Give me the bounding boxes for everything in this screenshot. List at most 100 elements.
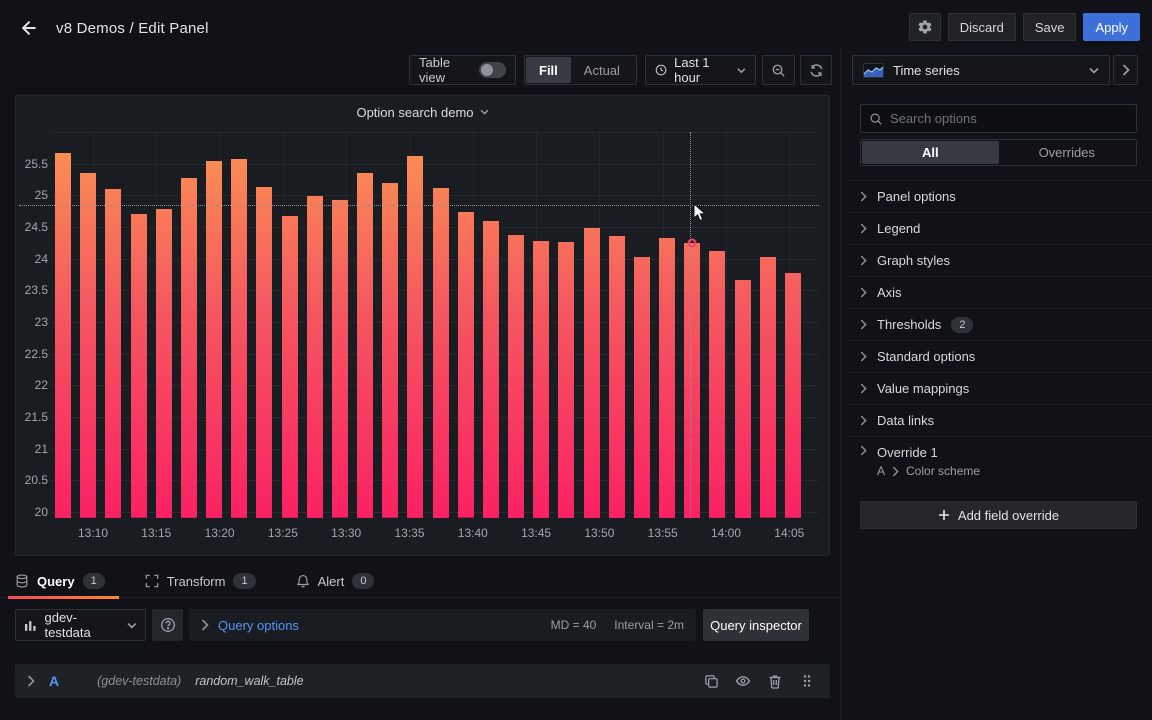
y-axis-label: 23.5	[24, 283, 48, 298]
options-section-value-mappings[interactable]: Value mappings	[848, 372, 1152, 404]
bar[interactable]	[533, 240, 550, 518]
bar[interactable]	[759, 257, 776, 518]
options-section-standard-options[interactable]: Standard options	[848, 340, 1152, 372]
bar[interactable]	[633, 256, 650, 518]
bar[interactable]	[407, 156, 424, 518]
bar[interactable]	[357, 172, 373, 518]
chevron-right-icon	[860, 415, 867, 426]
bar[interactable]	[684, 242, 701, 518]
options-sections: Panel options Legend Graph styles Axis Thres…	[848, 180, 1152, 484]
bar[interactable]	[482, 220, 499, 518]
bar[interactable]	[80, 173, 97, 518]
actual-option[interactable]: Actual	[571, 57, 633, 83]
options-section-graph-styles[interactable]: Graph styles	[848, 244, 1152, 276]
refresh-icon	[810, 63, 822, 77]
discard-button[interactable]: Discard	[947, 13, 1016, 41]
options-section-data-links[interactable]: Data links	[848, 404, 1152, 436]
options-section-thresholds[interactable]: Thresholds 2	[848, 308, 1152, 340]
options-section-panel-options[interactable]: Panel options	[848, 180, 1152, 212]
bar[interactable]	[432, 187, 449, 518]
options-pane-collapse-button[interactable]	[1113, 55, 1138, 85]
tab-overrides[interactable]: Overrides	[999, 141, 1136, 164]
query-row-scenario: random_walk_table	[195, 674, 304, 688]
datasource-icon	[24, 621, 36, 631]
bar[interactable]	[583, 227, 600, 518]
time-range-label: Last 1 hour	[674, 55, 710, 85]
bar[interactable]	[382, 183, 399, 518]
bar[interactable]	[508, 234, 525, 518]
options-section-legend[interactable]: Legend	[848, 212, 1152, 244]
chevron-right-icon	[860, 191, 867, 202]
x-axis-label: 13:35	[394, 526, 425, 540]
tab-count-badge: 0	[352, 573, 375, 589]
y-axis-label: 24.5	[24, 220, 48, 234]
save-button[interactable]: Save	[1022, 13, 1077, 41]
bar[interactable]	[558, 241, 575, 518]
chevron-right-icon	[892, 466, 899, 476]
section-label: Graph styles	[877, 253, 950, 268]
x-axis-label: 13:40	[457, 526, 488, 540]
hide-query-button[interactable]	[732, 670, 754, 692]
query-row-actions	[700, 670, 818, 692]
bar[interactable]	[155, 208, 172, 518]
bar-chart[interactable]: 25.5 25 24.5 24 23.5 23 22.5 22 21.5 21 20.5 20 13:1…	[16, 96, 829, 555]
options-section-override-1[interactable]: Override 1 A Color scheme	[848, 436, 1152, 484]
table-view-toggle[interactable]	[478, 62, 506, 78]
bar[interactable]	[55, 152, 71, 518]
bar[interactable]	[659, 237, 676, 518]
bar[interactable]	[231, 159, 248, 518]
time-range-picker[interactable]: Last 1 hour	[645, 55, 756, 85]
query-options-link[interactable]: Query options	[218, 618, 299, 633]
tab-count-badge: 1	[82, 573, 105, 589]
chevron-right-icon	[860, 255, 867, 266]
datasource-picker[interactable]: gdev-testdata	[15, 609, 146, 641]
bar[interactable]	[734, 279, 751, 518]
bar[interactable]	[105, 189, 122, 518]
drag-handle[interactable]	[796, 670, 818, 692]
x-axis-label: 13:10	[77, 526, 109, 540]
bell-icon	[296, 574, 310, 588]
tab-query[interactable]: Query 1	[8, 565, 119, 599]
refresh-button[interactable]	[800, 55, 832, 85]
y-axis-label: 20	[34, 505, 48, 519]
apply-button[interactable]: Apply	[1083, 13, 1140, 41]
chevron-right-icon	[860, 319, 867, 330]
duplicate-query-button[interactable]	[700, 670, 722, 692]
query-ref-id[interactable]: A	[49, 673, 59, 689]
options-search-input[interactable]	[890, 111, 1128, 126]
fill-option[interactable]: Fill	[526, 57, 571, 83]
bar[interactable]	[784, 273, 801, 518]
bar[interactable]	[130, 214, 147, 518]
copy-icon	[704, 674, 718, 688]
bar[interactable]	[206, 160, 222, 518]
section-label: Value mappings	[877, 381, 970, 396]
query-row-datasource: (gdev-testdata)	[97, 674, 182, 688]
tab-alert[interactable]: Alert 0	[296, 565, 375, 598]
query-inspector-button[interactable]: Query inspector	[703, 609, 809, 641]
panel-settings-button[interactable]	[908, 13, 941, 41]
chevron-right-icon[interactable]	[201, 619, 209, 631]
bar[interactable]	[180, 178, 197, 518]
visualization-picker[interactable]: Time series	[852, 55, 1110, 85]
bar[interactable]	[281, 216, 298, 518]
bar[interactable]	[709, 251, 726, 518]
gear-icon	[918, 20, 932, 34]
back-button[interactable]	[14, 13, 44, 43]
bar[interactable]	[306, 196, 323, 518]
chevron-right-icon	[860, 383, 867, 394]
bar[interactable]	[331, 200, 348, 518]
tab-all[interactable]: All	[862, 141, 999, 164]
bar[interactable]	[608, 235, 625, 518]
y-axis-label: 25	[34, 188, 48, 203]
override-summary: A Color scheme	[877, 464, 981, 478]
datasource-help-button[interactable]	[152, 609, 183, 641]
bar[interactable]	[457, 212, 474, 518]
tab-count-badge: 1	[233, 573, 256, 589]
tab-transform[interactable]: Transform 1	[145, 565, 256, 598]
zoom-out-button[interactable]	[762, 55, 795, 85]
bar[interactable]	[256, 186, 273, 518]
delete-query-button[interactable]	[764, 670, 786, 692]
options-section-axis[interactable]: Axis	[848, 276, 1152, 308]
add-field-override-button[interactable]: Add field override	[860, 501, 1137, 529]
chevron-right-icon[interactable]	[27, 675, 35, 687]
